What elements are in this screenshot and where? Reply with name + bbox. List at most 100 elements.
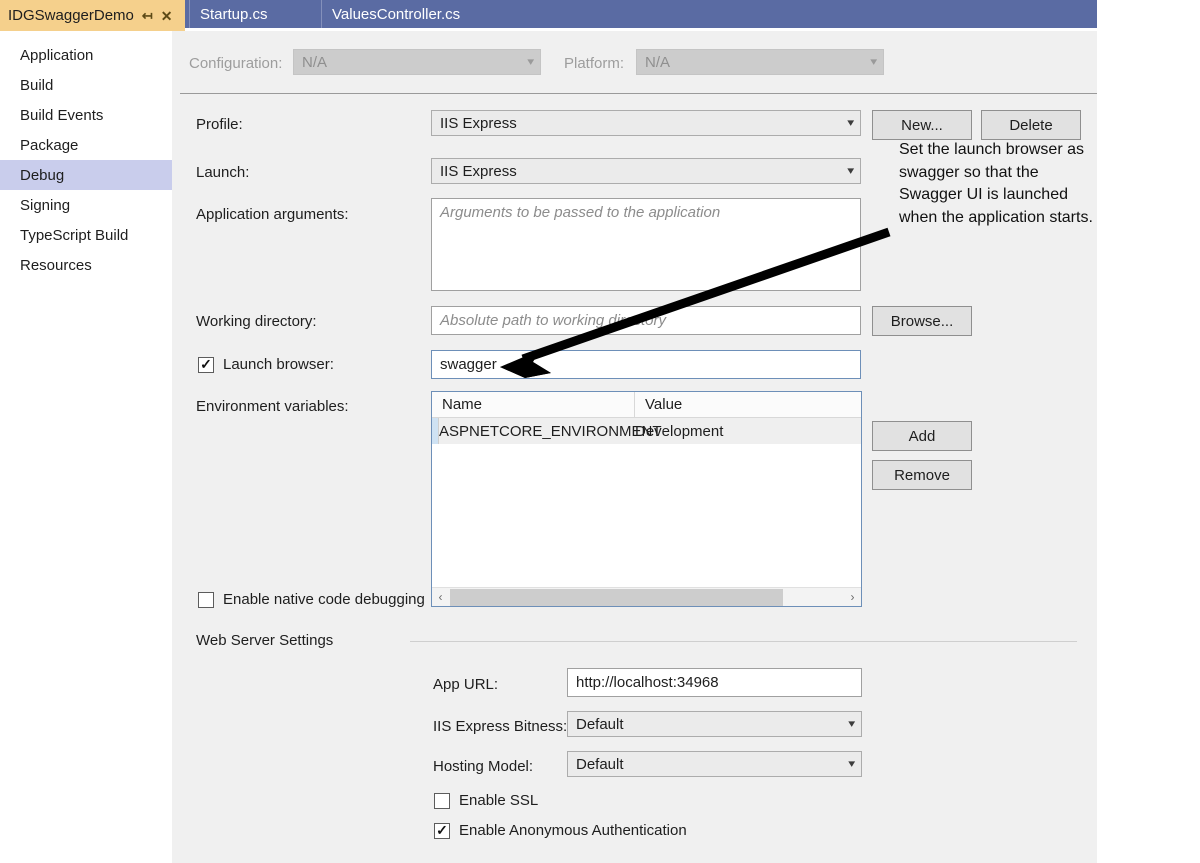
sidebar-item-typescript-build[interactable]: TypeScript Build bbox=[0, 220, 172, 250]
platform-label: Platform: bbox=[564, 55, 625, 72]
web-server-settings-title: Web Server Settings bbox=[196, 632, 334, 649]
check-icon: ✓ bbox=[200, 355, 212, 372]
chevron-right-icon[interactable]: › bbox=[844, 590, 861, 604]
scrollbar-track[interactable] bbox=[783, 589, 844, 606]
browse-button[interactable]: Browse... bbox=[872, 306, 972, 336]
application-arguments-input[interactable]: Arguments to be passed to the applicatio… bbox=[431, 198, 861, 291]
configuration-value: N/A bbox=[302, 53, 328, 71]
browse-label: Browse... bbox=[890, 312, 954, 330]
sidebar-item-label: Package bbox=[20, 136, 79, 154]
remove-env-var-button[interactable]: Remove bbox=[872, 460, 972, 490]
chevron-down-icon: ▾ bbox=[527, 55, 535, 68]
launch-select[interactable]: IIS Express ▾ bbox=[431, 158, 861, 184]
tab-label: IDGSwaggerDemo bbox=[8, 7, 134, 24]
sidebar-item-application[interactable]: Application bbox=[0, 40, 172, 70]
cell-value[interactable]: Development bbox=[635, 418, 861, 444]
grid-horizontal-scrollbar[interactable]: ‹ › bbox=[432, 587, 861, 606]
tab-startup-cs[interactable]: Startup.cs bbox=[189, 0, 321, 28]
row-selector[interactable] bbox=[432, 418, 439, 444]
hosting-model-select[interactable]: Default ▾ bbox=[567, 751, 862, 777]
sidebar-item-label: Debug bbox=[20, 166, 65, 184]
close-icon[interactable]: ✕ bbox=[161, 9, 173, 23]
profile-select[interactable]: IIS Express ▾ bbox=[431, 110, 861, 136]
enable-ssl-label: Enable SSL bbox=[459, 792, 539, 809]
enable-anonymous-auth-checkbox[interactable]: ✓ bbox=[434, 821, 450, 839]
column-header-value[interactable]: Value bbox=[635, 392, 861, 417]
sidebar-item-label: Signing bbox=[20, 196, 71, 214]
chevron-down-icon: ▾ bbox=[870, 55, 878, 68]
pin-icon[interactable]: ↤ bbox=[142, 9, 153, 22]
annotation-text: Set the launch browser as swagger so tha… bbox=[899, 141, 1093, 227]
chevron-down-icon: ▾ bbox=[848, 757, 856, 770]
sidebar-item-label: TypeScript Build bbox=[20, 226, 129, 244]
sidebar-item-debug[interactable]: Debug bbox=[0, 160, 183, 190]
tab-values-controller-cs[interactable]: ValuesController.cs bbox=[321, 0, 503, 28]
launch-browser-checkbox[interactable]: ✓ bbox=[198, 355, 214, 373]
configuration-select[interactable]: N/A ▾ bbox=[293, 49, 541, 75]
sidebar-item-label: Application bbox=[20, 46, 94, 64]
environment-variables-label: Environment variables: bbox=[196, 398, 349, 415]
sidebar-item-signing[interactable]: Signing bbox=[0, 190, 172, 220]
new-profile-label: New... bbox=[901, 116, 943, 134]
grid-empty-area bbox=[432, 444, 861, 572]
sidebar-item-label: Resources bbox=[20, 256, 92, 274]
chevron-left-icon[interactable]: ‹ bbox=[432, 590, 449, 604]
sidebar-item-resources[interactable]: Resources bbox=[0, 250, 172, 280]
delete-profile-button[interactable]: Delete bbox=[981, 110, 1081, 140]
platform-value: N/A bbox=[645, 53, 671, 71]
cell-name[interactable]: ASPNETCORE_ENVIRONMENT bbox=[439, 418, 662, 444]
add-env-var-button[interactable]: Add bbox=[872, 421, 972, 451]
chevron-down-icon: ▾ bbox=[848, 717, 856, 730]
sidebar-item-package[interactable]: Package bbox=[0, 130, 172, 160]
enable-anonymous-auth-label: Enable Anonymous Authentication bbox=[459, 822, 687, 839]
tab-idgswaggerdemo-active[interactable]: IDGSwaggerDemo ↤ ✕ bbox=[0, 0, 185, 31]
web-server-divider bbox=[410, 641, 1077, 642]
table-row[interactable]: ASPNETCORE_ENVIRONMENT Development bbox=[432, 418, 861, 444]
tab-label: ValuesController.cs bbox=[332, 5, 461, 23]
iis-express-bitness-select[interactable]: Default ▾ bbox=[567, 711, 862, 737]
sidebar-item-build[interactable]: Build bbox=[0, 70, 172, 100]
app-url-label: App URL: bbox=[433, 676, 499, 693]
platform-select[interactable]: N/A ▾ bbox=[636, 49, 884, 75]
enable-ssl-checkbox[interactable]: ✓ bbox=[434, 792, 450, 809]
chevron-down-icon: ▾ bbox=[847, 116, 855, 129]
sidebar-item-build-events[interactable]: Build Events bbox=[0, 100, 172, 130]
project-properties-window: Startup.cs ValuesController.cs IDGSwagge… bbox=[0, 0, 1200, 863]
working-directory-label: Working directory: bbox=[196, 313, 317, 330]
native-code-debugging-label: Enable native code debugging bbox=[223, 591, 425, 608]
hosting-model-value: Default bbox=[576, 755, 624, 773]
iis-express-bitness-value: Default bbox=[576, 715, 624, 733]
tab-label: Startup.cs bbox=[200, 5, 268, 23]
native-code-debugging-checkbox[interactable]: ✓ bbox=[198, 591, 214, 608]
launch-value: IIS Express bbox=[440, 162, 517, 180]
app-url-value: http://localhost:34968 bbox=[576, 674, 719, 691]
app-url-input[interactable]: http://localhost:34968 bbox=[567, 668, 862, 697]
application-arguments-label: Application arguments: bbox=[196, 206, 349, 223]
working-directory-placeholder: Absolute path to working directory bbox=[440, 312, 666, 329]
native-code-debugging-checkbox-row[interactable]: ✓ Enable native code debugging bbox=[198, 591, 425, 608]
remove-label: Remove bbox=[894, 466, 950, 484]
launch-browser-value: swagger bbox=[440, 356, 497, 373]
configuration-label: Configuration: bbox=[189, 55, 283, 72]
profile-value: IIS Express bbox=[440, 114, 517, 132]
launch-browser-label: Launch browser: bbox=[223, 356, 334, 373]
launch-browser-checkbox-row[interactable]: ✓ Launch browser: bbox=[198, 356, 334, 373]
column-header-name[interactable]: Name bbox=[432, 392, 635, 417]
top-divider bbox=[180, 93, 1097, 94]
sidebar-item-label: Build bbox=[20, 76, 54, 94]
scrollbar-thumb[interactable] bbox=[450, 588, 783, 606]
add-label: Add bbox=[908, 427, 936, 445]
hosting-model-label: Hosting Model: bbox=[433, 758, 534, 775]
grid-header-row: Name Value bbox=[432, 392, 861, 418]
environment-variables-grid[interactable]: Name Value ASPNETCORE_ENVIRONMENT Develo… bbox=[431, 391, 862, 607]
debug-settings-pane: Configuration: N/A ▾ Platform: N/A ▾ Pro… bbox=[172, 31, 1097, 863]
new-profile-button[interactable]: New... bbox=[872, 110, 972, 140]
enable-ssl-checkbox-row[interactable]: ✓ Enable SSL bbox=[434, 792, 538, 809]
launch-browser-input[interactable]: swagger bbox=[431, 350, 861, 379]
check-icon: ✓ bbox=[436, 821, 448, 838]
enable-anonymous-auth-checkbox-row[interactable]: ✓ Enable Anonymous Authentication bbox=[434, 822, 687, 839]
iis-express-bitness-label: IIS Express Bitness: bbox=[433, 718, 568, 735]
properties-sidebar: Application Build Build Events Package D… bbox=[0, 31, 183, 863]
application-arguments-placeholder: Arguments to be passed to the applicatio… bbox=[440, 204, 721, 221]
working-directory-input[interactable]: Absolute path to working directory bbox=[431, 306, 861, 335]
